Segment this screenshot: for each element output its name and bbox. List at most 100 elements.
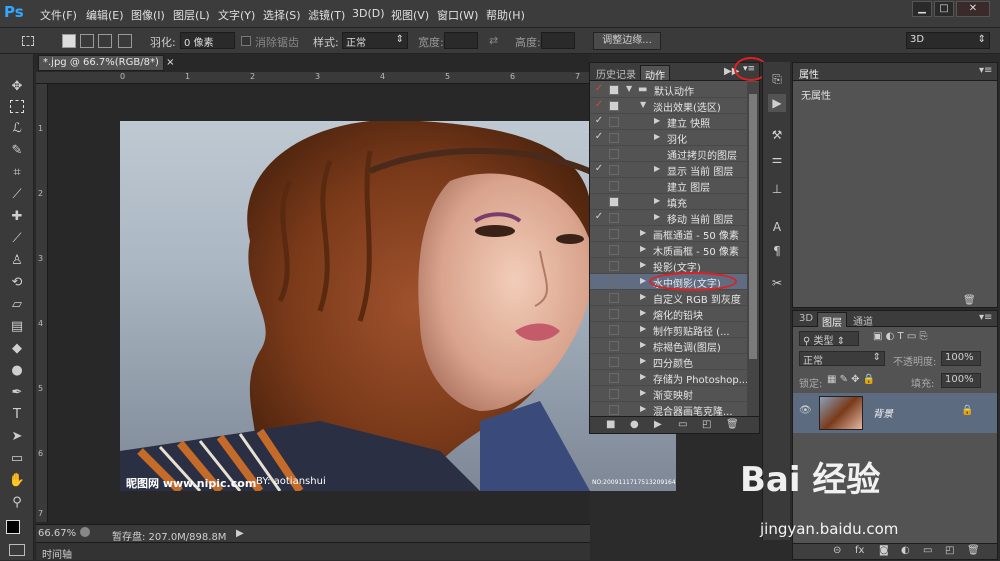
expand-arrow-right-icon[interactable]: ▶ [640,404,646,413]
lock-icons[interactable]: ▦ ✎ ✥ 🔒 [827,374,875,385]
dodge-tool-icon[interactable]: ● [8,362,26,380]
menu-layer[interactable]: 图层(L) [173,7,210,23]
dialog-toggle-box[interactable] [609,229,619,239]
scroll-thumb[interactable] [749,94,757,359]
menu-help[interactable]: 帮助(H) [486,7,525,23]
foreground-color-swatch[interactable] [6,520,20,534]
menu-window[interactable]: 窗口(W) [437,7,478,23]
action-row[interactable]: ▶ 填充 [590,194,747,210]
expand-arrow-down-icon[interactable]: ▼ [640,100,646,109]
record-icon[interactable]: ● [630,419,639,430]
action-row[interactable]: 通过拷贝的图层 [590,146,747,162]
tab-3d[interactable]: 3D [795,312,817,327]
dialog-toggle-box[interactable] [609,133,619,143]
menu-view[interactable]: 视图(V) [391,7,429,23]
action-row[interactable]: ▶ 画框通道 - 50 像素 [590,226,747,242]
dialog-toggle-box[interactable] [609,261,619,271]
properties-trash-icon[interactable]: 🗑 [963,295,976,306]
antialias-checkbox[interactable] [241,36,251,46]
menu-file[interactable]: 文件(F) [40,7,77,23]
brush-panel-icon[interactable]: ⚒ [768,126,786,144]
action-row[interactable]: ▶ 存储为 Photoshop... [590,370,747,386]
actions-panel-icon[interactable]: ▶ [768,94,786,112]
action-row[interactable]: ✓ ▶ 移动 当前 图层 [590,210,747,226]
document-tab[interactable]: *.jpg @ 66.7%(RGB/8*) × [38,55,174,71]
marquee-preset-icon[interactable] [22,36,34,46]
expand-arrow-right-icon[interactable]: ▶ [654,196,660,205]
dialog-toggle-box[interactable] [609,117,619,127]
gradient-tool-icon[interactable]: ▤ [8,318,26,336]
blend-mode-select[interactable]: 正常 ⇕ [799,351,885,367]
rect-marquee-tool-icon[interactable] [10,100,24,113]
expand-arrow-right-icon[interactable]: ▶ [640,260,646,269]
action-row[interactable]: ▶ 木质画框 - 50 像素 [590,242,747,258]
expand-arrow-right-icon[interactable]: ▶ [640,228,646,237]
opacity-input[interactable]: 100% [941,351,981,366]
expand-arrow-right-icon[interactable]: ▶ [640,292,646,301]
dialog-toggle-box[interactable] [609,101,619,111]
timeline-label[interactable]: 时间轴 [42,546,72,561]
blur-tool-icon[interactable]: ◆ [8,340,26,358]
character-panel-icon[interactable]: A [768,218,786,236]
layer-name[interactable]: 背景 [873,405,893,420]
action-row[interactable]: ▶ 制作剪贴路径 (... [590,322,747,338]
crop-tool-icon[interactable]: ⌗ [8,164,26,182]
action-row[interactable]: ▶ 渐变映射 [590,386,747,402]
dialog-toggle-box[interactable] [609,325,619,335]
menu-3d[interactable]: 3D(D) [352,7,385,20]
action-row[interactable]: 建立 图层 [590,178,747,194]
menu-select[interactable]: 选择(S) [263,7,301,23]
dialog-toggle-box[interactable] [609,389,619,399]
play-icon[interactable]: ▶ [654,419,662,430]
expand-arrow-right-icon[interactable]: ▶ [654,116,660,125]
menu-edit[interactable]: 编辑(E) [86,7,124,23]
dialog-toggle-box[interactable] [609,197,619,207]
dialog-toggle-box[interactable] [609,341,619,351]
brush-tool-icon[interactable]: ⟋ [8,230,26,248]
tab-actions[interactable]: 动作 [640,65,670,82]
add-selection-icon[interactable] [80,34,94,48]
layers-menu-icon[interactable]: ▾≡ [979,312,992,323]
expand-arrow-right-icon[interactable]: ▶ [640,340,646,349]
expand-arrow-right-icon[interactable]: ▶ [654,132,660,141]
intersect-selection-icon[interactable] [118,34,132,48]
action-row[interactable]: ▶ 棕褐色调(图层) [590,338,747,354]
action-toggle-check[interactable]: ✓ [593,83,605,94]
layer-filter-select[interactable]: ⚲ 类型 ⇕ [799,331,859,347]
tool-presets-icon[interactable]: ✂ [768,274,786,292]
adjust-panel-icon[interactable]: ⚌ [768,150,786,168]
fill-input[interactable]: 100% [941,373,981,388]
tab-history[interactable]: 历史记录 [592,65,640,81]
menu-type[interactable]: 文字(Y) [218,7,255,23]
path-select-tool-icon[interactable]: ➤ [8,428,26,446]
expand-arrow-right-icon[interactable]: ▶ [640,244,646,253]
dialog-toggle-box[interactable] [609,213,619,223]
maximize-button[interactable]: □ [934,1,954,17]
tab-channels[interactable]: 通道 [849,312,877,328]
hand-tool-icon[interactable]: ✋ [8,472,26,490]
dialog-toggle-box[interactable] [609,85,619,95]
action-toggle-check[interactable]: ✓ [593,131,605,142]
status-info-icon[interactable] [80,527,90,537]
action-toggle-check[interactable]: ✓ [593,99,605,110]
expand-arrow-right-icon[interactable]: ▶ [640,388,646,397]
properties-menu-icon[interactable]: ▾≡ [979,65,992,76]
action-toggle-check[interactable]: ✓ [593,163,605,174]
action-row[interactable]: ▶ 四分颜色 [590,354,747,370]
action-toggle-check[interactable]: ✓ [593,115,605,126]
zoom-level[interactable]: 66.67% [38,528,76,539]
expand-arrow-right-icon[interactable]: ▶ [640,324,646,333]
link-layers-icon[interactable]: ⊝ [833,545,841,556]
history-brush-tool-icon[interactable]: ⟲ [8,274,26,292]
clone-source-icon[interactable]: ⊥ [768,180,786,198]
healing-brush-tool-icon[interactable]: ✚ [8,208,26,226]
status-menu-arrow-icon[interactable]: ▶ [236,528,244,539]
action-row[interactable]: ▶ 投影(文字) [590,258,747,274]
feather-input[interactable]: 0 像素 [180,32,235,49]
stamp-tool-icon[interactable]: ♙ [8,252,26,270]
fx-icon[interactable]: fx [855,545,864,556]
pen-tool-icon[interactable]: ✒ [8,384,26,402]
type-tool-icon[interactable]: T [8,406,26,424]
action-row[interactable]: ▶ 自定义 RGB 到灰度 [590,290,747,306]
expand-arrow-right-icon[interactable]: ▶ [640,356,646,365]
